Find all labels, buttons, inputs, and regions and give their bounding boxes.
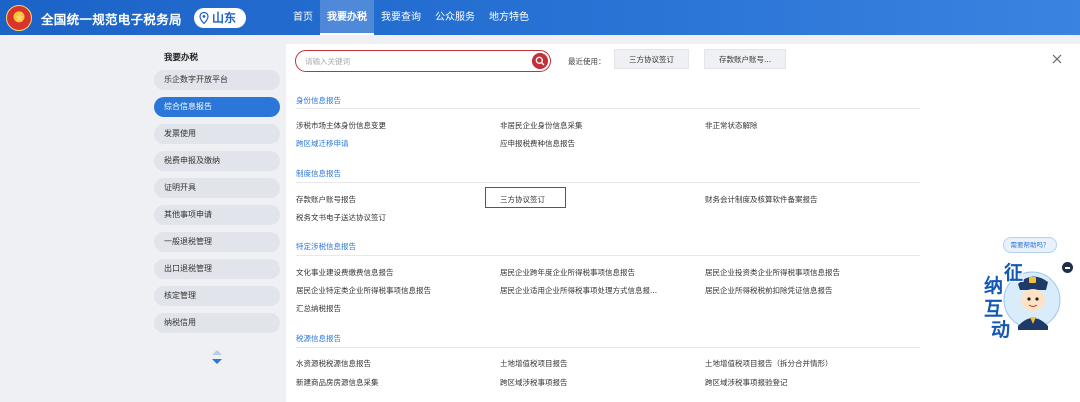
link-culture-fee-report[interactable]: 文化事业建设费缴费信息报告	[296, 267, 394, 278]
link-cross-region-tax-report[interactable]: 跨区域涉税事项报告	[500, 377, 568, 388]
section-title-identity: 身份信息报告	[296, 96, 341, 105]
sidebar-item-info-report[interactable]: 综合信息报告	[154, 97, 280, 117]
section-divider	[296, 347, 920, 348]
mascot-helper[interactable]: 征 纳 互 动	[980, 262, 1064, 342]
link-nonresident-identity[interactable]: 非居民企业身份信息采集	[500, 120, 583, 131]
sidebar-item-other-requests[interactable]: 其他事项申请	[154, 205, 280, 225]
sidebar-item-invoice[interactable]: 发票使用	[154, 124, 280, 144]
link-entity-identity-change[interactable]: 涉税市场主体身份信息变更	[296, 120, 386, 131]
link-abnormal-status-release[interactable]: 非正常状态解除	[705, 120, 758, 131]
sidebar-item-credit[interactable]: 纳税信用	[154, 313, 280, 333]
link-accounting-software-filing[interactable]: 财务会计制度及核算软件备案报告	[705, 194, 818, 205]
section-title-tax-source: 税源信息报告	[296, 334, 341, 343]
nav-local-features[interactable]: 地方特色	[482, 0, 536, 35]
link-deposit-account-report[interactable]: 存款账户账号报告	[296, 194, 356, 205]
nav-home[interactable]: 首页	[286, 0, 320, 35]
location-pin-icon	[199, 12, 209, 24]
content-panel: 最近使用： 三方协议签订 存款账户账号... 身份信息报告 涉税市场主体身份信息…	[286, 44, 1080, 402]
sidebar-item-refund[interactable]: 一般退税管理	[154, 232, 280, 252]
recent-deposit-account-button[interactable]: 存款账户账号...	[704, 49, 787, 69]
link-declarable-tax-types[interactable]: 应申报税费种信息报告	[500, 138, 575, 149]
nav-query[interactable]: 我要查询	[374, 0, 428, 35]
link-land-vat-split-merge[interactable]: 土地增值税项目报告（拆分合并情形）	[705, 358, 833, 369]
sidebar-item-declaration[interactable]: 税费申报及缴纳	[154, 151, 280, 171]
search-input[interactable]	[305, 55, 520, 67]
close-icon[interactable]	[1052, 54, 1062, 64]
sidebar-item-leqi-platform[interactable]: 乐企数字开放平台	[154, 70, 280, 90]
link-cit-treatment-report[interactable]: 居民企业适用企业所得税事项处理方式信息报...	[500, 285, 657, 296]
section-divider	[296, 255, 920, 256]
sidebar-title: 我要办税	[164, 53, 199, 63]
search-box	[295, 50, 551, 72]
link-consolidated-filing-report[interactable]: 汇总纳税报告	[296, 303, 341, 314]
help-bubble[interactable]: 需要帮助吗？	[1003, 237, 1057, 253]
link-deduction-voucher-report[interactable]: 居民企业所得税税前扣除凭证信息报告	[705, 285, 833, 296]
main-nav: 首页 我要办税 我要查询 公众服务 地方特色	[286, 0, 536, 35]
sidebar-item-assessment[interactable]: 核定管理	[154, 286, 280, 306]
sidebar-item-export-refund[interactable]: 出口退税管理	[154, 259, 280, 279]
section-title-specific: 特定涉税信息报告	[296, 242, 356, 251]
scroll-arrows-icon[interactable]	[211, 349, 223, 365]
region-selector[interactable]: 山东	[194, 8, 246, 28]
link-land-vat-project[interactable]: 土地增值税项目报告	[500, 358, 568, 369]
section-title-system: 制度信息报告	[296, 169, 341, 178]
sidebar-item-certificate[interactable]: 证明开具	[154, 178, 280, 198]
region-label: 山东	[212, 11, 237, 25]
search-icon[interactable]	[532, 53, 548, 69]
link-cross-year-cit-report[interactable]: 居民企业跨年度企业所得税事项信息报告	[500, 267, 635, 278]
recent-label: 最近使用：	[568, 57, 606, 66]
link-investment-cit-report[interactable]: 居民企业投资类企业所得税事项信息报告	[705, 267, 840, 278]
site-title: 全国统一规范电子税务局	[41, 12, 182, 27]
link-cross-region-inspection[interactable]: 跨区域涉税事项报验登记	[705, 377, 788, 388]
section-divider	[296, 182, 920, 183]
recent-tripartite-button[interactable]: 三方协议签订	[614, 49, 689, 69]
section-divider	[296, 108, 920, 109]
top-header: 全国统一规范电子税务局 山东 首页 我要办税 我要查询 公众服务 地方特色	[0, 0, 1080, 35]
link-new-housing-collection[interactable]: 新建商品房房源信息采集	[296, 377, 379, 388]
link-electronic-delivery-agreement[interactable]: 税务文书电子送达协议签订	[296, 212, 386, 223]
sidebar: 我要办税 乐企数字开放平台 综合信息报告 发票使用 税费申报及缴纳 证明开具 其…	[152, 44, 282, 402]
link-water-resource-tax[interactable]: 水资源税税源信息报告	[296, 358, 371, 369]
nav-tax-handling[interactable]: 我要办税	[320, 0, 374, 35]
nav-public-service[interactable]: 公众服务	[428, 0, 482, 35]
tax-emblem-logo	[6, 5, 32, 31]
link-specific-cit-report[interactable]: 居民企业特定类企业所得税事项信息报告	[296, 285, 431, 296]
highlight-annotation-box	[485, 187, 566, 208]
link-cross-region-migration[interactable]: 跨区域迁移申请	[296, 138, 349, 149]
mascot-char-zheng: 征	[1004, 262, 1024, 284]
mascot-char-dong: 动	[991, 319, 1011, 341]
